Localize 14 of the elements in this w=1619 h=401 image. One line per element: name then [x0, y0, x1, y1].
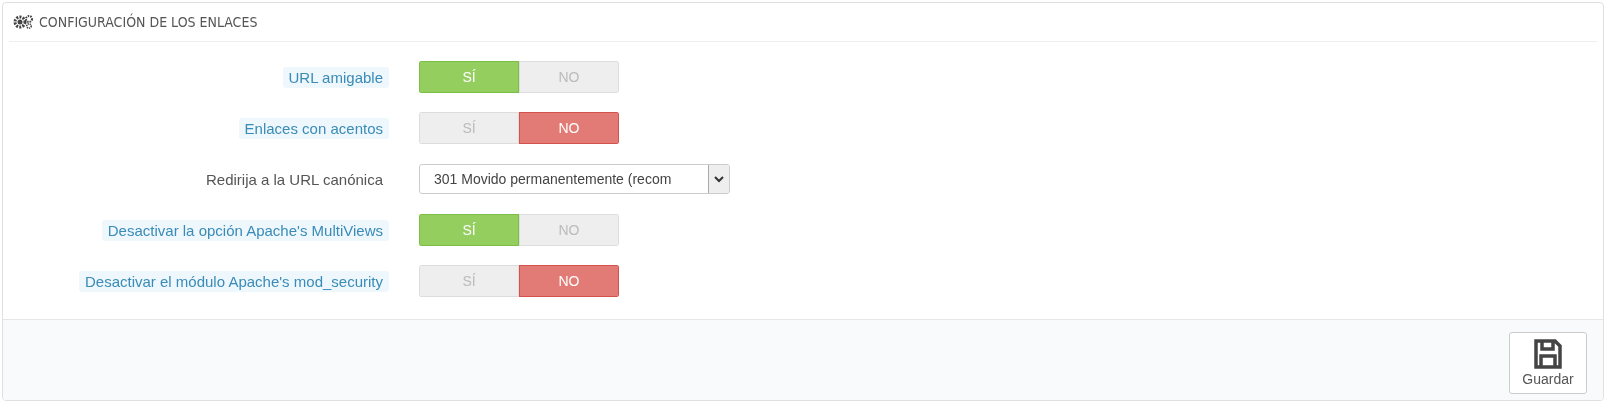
- caret-icon: [714, 175, 724, 183]
- field-label: Desactivar la opción Apache's MultiViews: [101, 219, 389, 241]
- save-button[interactable]: Guardar: [1509, 332, 1587, 394]
- gears-icon: [13, 15, 35, 29]
- field-label: Redirija a la URL canónica: [204, 169, 384, 190]
- field-label: Desactivar el módulo Apache's mod_security: [79, 270, 389, 292]
- switch-option[interactable]: SÍ: [419, 214, 519, 246]
- field-label: Enlaces con acentos: [238, 117, 389, 139]
- panel-title: CONFIGURACIÓN DE LOS ENLACES: [39, 14, 258, 30]
- switch-option[interactable]: NO: [519, 265, 619, 297]
- switch-option[interactable]: NO: [519, 112, 619, 144]
- dropdown[interactable]: 301 Movido permanentemente (recom: [419, 164, 730, 194]
- switch-option[interactable]: SÍ: [419, 61, 519, 93]
- field-label: URL amigable: [282, 66, 389, 88]
